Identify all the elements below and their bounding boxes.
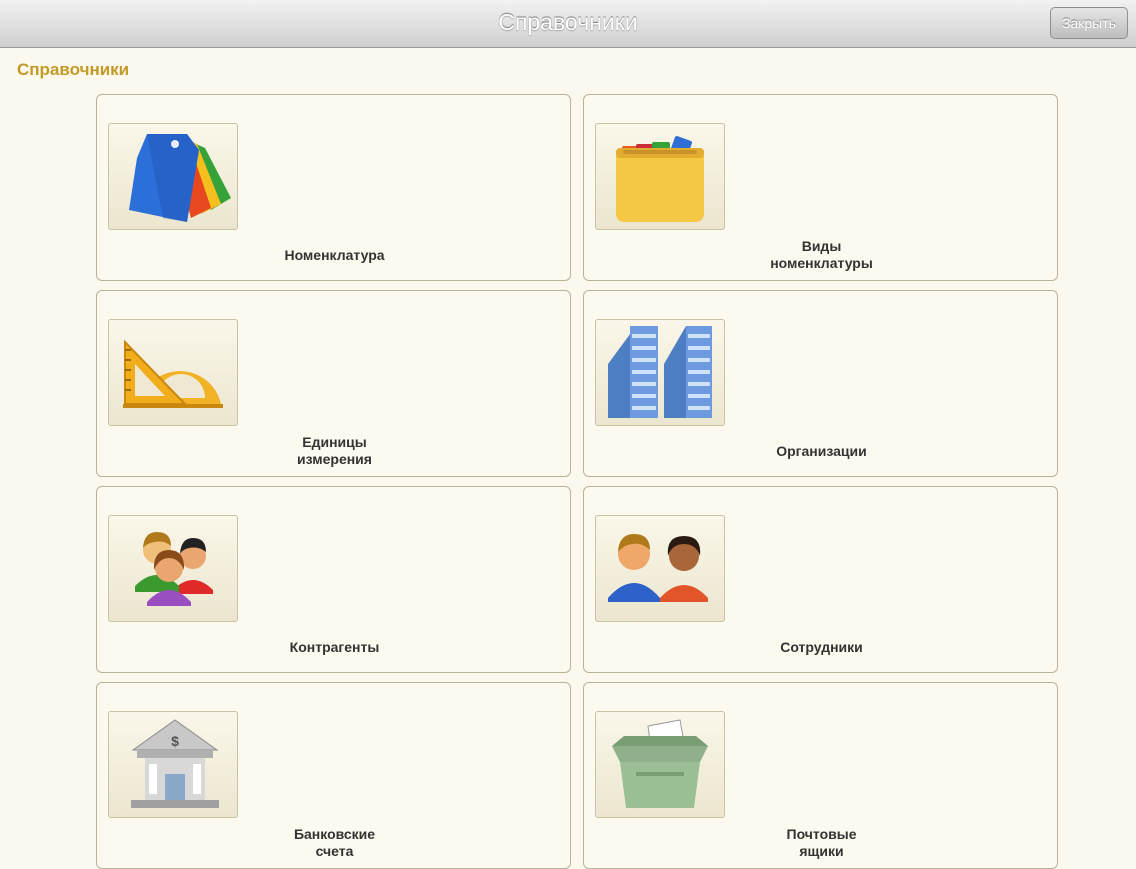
tile-bank-accounts[interactable]: $ Банковские счета <box>96 682 571 869</box>
tags-icon <box>108 123 238 230</box>
tile-counterparties[interactable]: Контрагенты <box>96 486 571 673</box>
tile-label: Банковские счета <box>293 826 376 859</box>
close-button[interactable]: Закрыть <box>1050 7 1128 39</box>
tile-units[interactable]: Единицы измерения <box>96 290 571 477</box>
tile-label: Номенклатура <box>284 247 385 263</box>
buildings-icon <box>595 319 725 426</box>
people-group-icon <box>108 515 238 622</box>
tile-label: Единицы измерения <box>297 434 372 467</box>
employees-icon <box>595 515 725 622</box>
tile-label: Почтовые ящики <box>786 826 857 859</box>
tile-mailboxes[interactable]: Почтовые ящики <box>583 682 1058 869</box>
section-title: Справочники <box>17 60 130 79</box>
tile-label: Виды номенклатуры <box>770 238 873 271</box>
tile-organizations[interactable]: Организации <box>583 290 1058 477</box>
tile-label: Сотрудники <box>780 639 863 655</box>
bank-icon: $ <box>108 711 238 818</box>
tile-employees[interactable]: Сотрудники <box>583 486 1058 673</box>
ruler-protractor-icon <box>108 319 238 426</box>
tile-label: Организации <box>776 443 867 459</box>
tile-nomenclature-types[interactable]: Виды номенклатуры <box>583 94 1058 281</box>
svg-text:$: $ <box>171 733 179 749</box>
window-title: Справочники <box>498 9 638 35</box>
tile-nomenclature[interactable]: Номенклатура <box>96 94 571 281</box>
folder-icon <box>595 123 725 230</box>
mailbox-icon <box>595 711 725 818</box>
top-bar: Справочники Закрыть <box>0 0 1136 48</box>
tile-label: Контрагенты <box>289 639 380 655</box>
